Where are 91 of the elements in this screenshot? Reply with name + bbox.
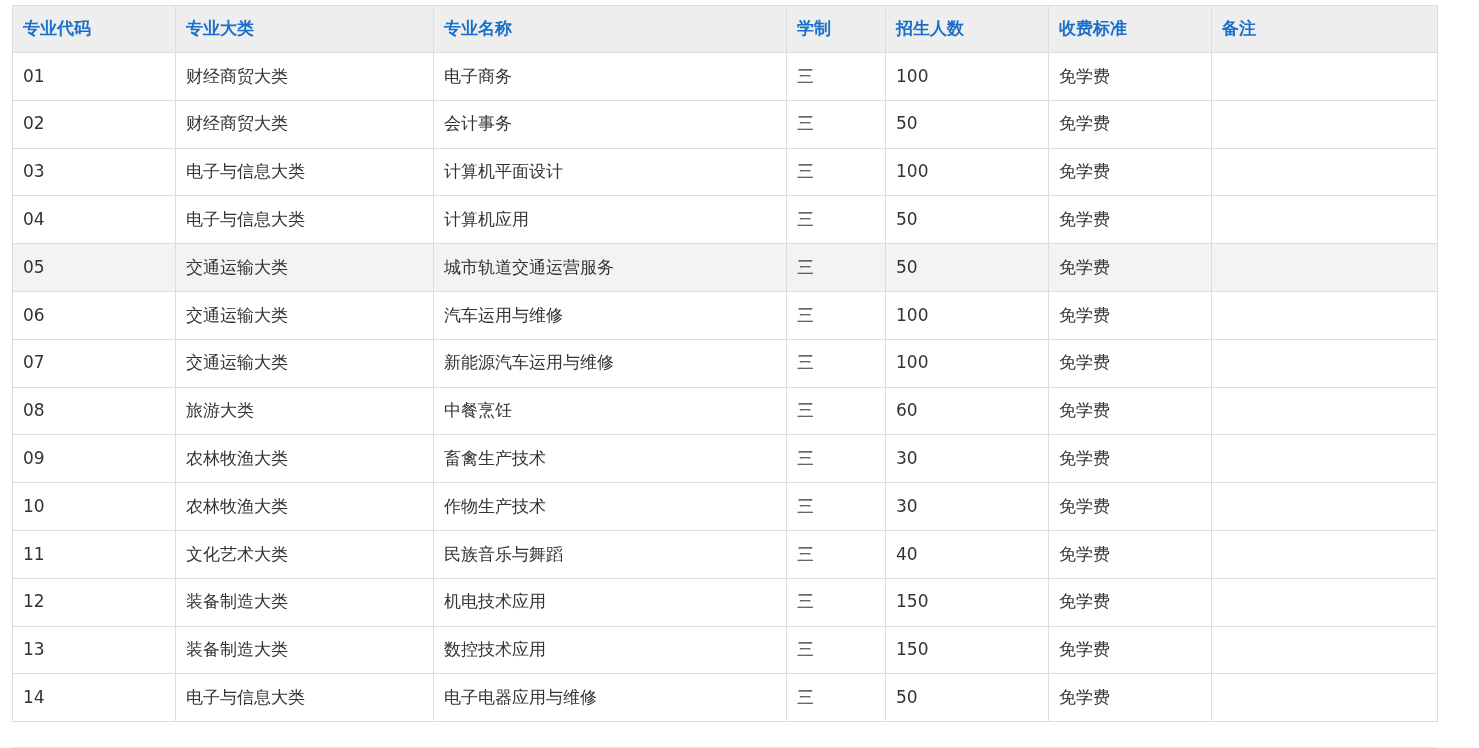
table-cell: 03: [12, 148, 176, 196]
table-cell: 机电技术应用: [433, 578, 787, 627]
table-cell: 免学费: [1048, 626, 1212, 674]
table-cell: 11: [12, 530, 176, 579]
table-cell: 三: [786, 52, 886, 101]
table-cell: 07: [12, 339, 176, 388]
table-cell: 免学费: [1048, 578, 1212, 627]
table-cell: 汽车运用与维修: [433, 291, 787, 340]
table-cell: 三: [786, 195, 886, 244]
table-cell: 电子与信息大类: [175, 148, 434, 196]
table-cell: 农林牧渔大类: [175, 434, 434, 483]
table-cell: 装备制造大类: [175, 626, 434, 674]
table-cell: 100: [885, 291, 1049, 340]
table-cell: 新能源汽车运用与维修: [433, 339, 787, 388]
table-cell: 三: [786, 578, 886, 627]
table-cell: 100: [885, 148, 1049, 196]
table-cell: 三: [786, 243, 886, 292]
table-cell: 文化艺术大类: [175, 530, 434, 579]
table-cell: 三: [786, 482, 886, 531]
table-cell: 免学费: [1048, 195, 1212, 244]
table-cell: 三: [786, 673, 886, 722]
table-cell: 装备制造大类: [175, 578, 434, 627]
table-cell: 三: [786, 530, 886, 579]
table-cell: 三: [786, 434, 886, 483]
table-cell: 三: [786, 148, 886, 196]
column-header: 备注: [1211, 5, 1438, 53]
table-cell: 免学费: [1048, 339, 1212, 388]
table-cell: 电子商务: [433, 52, 787, 101]
table-cell: 40: [885, 530, 1049, 579]
table-cell: 免学费: [1048, 148, 1212, 196]
table-cell: 免学费: [1048, 530, 1212, 579]
table-cell: 财经商贸大类: [175, 52, 434, 101]
column-header: 学制: [786, 5, 886, 53]
table-cell: 50: [885, 243, 1049, 292]
table-cell: 电子电器应用与维修: [433, 673, 787, 722]
table-cell: 三: [786, 339, 886, 388]
table-cell: 05: [12, 243, 176, 292]
table-cell: 01: [12, 52, 176, 101]
table-cell: 30: [885, 482, 1049, 531]
table-cell: 免学费: [1048, 291, 1212, 340]
table-cell: 中餐烹饪: [433, 387, 787, 435]
table-cell: 12: [12, 578, 176, 627]
table-cell: 08: [12, 387, 176, 435]
table-cell: 免学费: [1048, 387, 1212, 435]
table-cell: 免学费: [1048, 673, 1212, 722]
table-cell: 三: [786, 100, 886, 149]
table-cell: 民族音乐与舞蹈: [433, 530, 787, 579]
table-cell: 交通运输大类: [175, 339, 434, 388]
table-cell: 免学费: [1048, 100, 1212, 149]
table-cell: 10: [12, 482, 176, 531]
table-cell: 13: [12, 626, 176, 674]
table-cell: 50: [885, 673, 1049, 722]
column-header: 招生人数: [885, 5, 1049, 53]
table-cell: 交通运输大类: [175, 243, 434, 292]
table-cell: 150: [885, 578, 1049, 627]
table-cell: 04: [12, 195, 176, 244]
table-cell: 三: [786, 387, 886, 435]
table-cell: 14: [12, 673, 176, 722]
table-cell: 06: [12, 291, 176, 340]
table-cell: 150: [885, 626, 1049, 674]
table-cell: 旅游大类: [175, 387, 434, 435]
column-header: 专业名称: [433, 5, 787, 53]
column-header: 收费标准: [1048, 5, 1212, 53]
table-cell: 电子与信息大类: [175, 195, 434, 244]
table-cell: 60: [885, 387, 1049, 435]
table-cell: 免学费: [1048, 434, 1212, 483]
table-cell: 100: [885, 339, 1049, 388]
table-cell: 免学费: [1048, 52, 1212, 101]
table-cell: 城市轨道交通运营服务: [433, 243, 787, 292]
table-cell: 交通运输大类: [175, 291, 434, 340]
table-cell: 三: [786, 291, 886, 340]
table-cell: 会计事务: [433, 100, 787, 149]
table-cell: 作物生产技术: [433, 482, 787, 531]
table-cell: 电子与信息大类: [175, 673, 434, 722]
table-cell: 30: [885, 434, 1049, 483]
table-cell: 09: [12, 434, 176, 483]
table-cell: 计算机平面设计: [433, 148, 787, 196]
table-cell: 50: [885, 100, 1049, 149]
table-cell: 02: [12, 100, 176, 149]
table-cell: 免学费: [1048, 482, 1212, 531]
table-cell: 50: [885, 195, 1049, 244]
table-cell: 计算机应用: [433, 195, 787, 244]
table-cell: 免学费: [1048, 243, 1212, 292]
table-cell: 三: [786, 626, 886, 674]
table-cell: 畜禽生产技术: [433, 434, 787, 483]
table-cell: 100: [885, 52, 1049, 101]
column-header: 专业代码: [12, 5, 176, 53]
table-cell: 数控技术应用: [433, 626, 787, 674]
table-cell: 农林牧渔大类: [175, 482, 434, 531]
table-cell: 财经商贸大类: [175, 100, 434, 149]
column-header: 专业大类: [175, 5, 434, 53]
